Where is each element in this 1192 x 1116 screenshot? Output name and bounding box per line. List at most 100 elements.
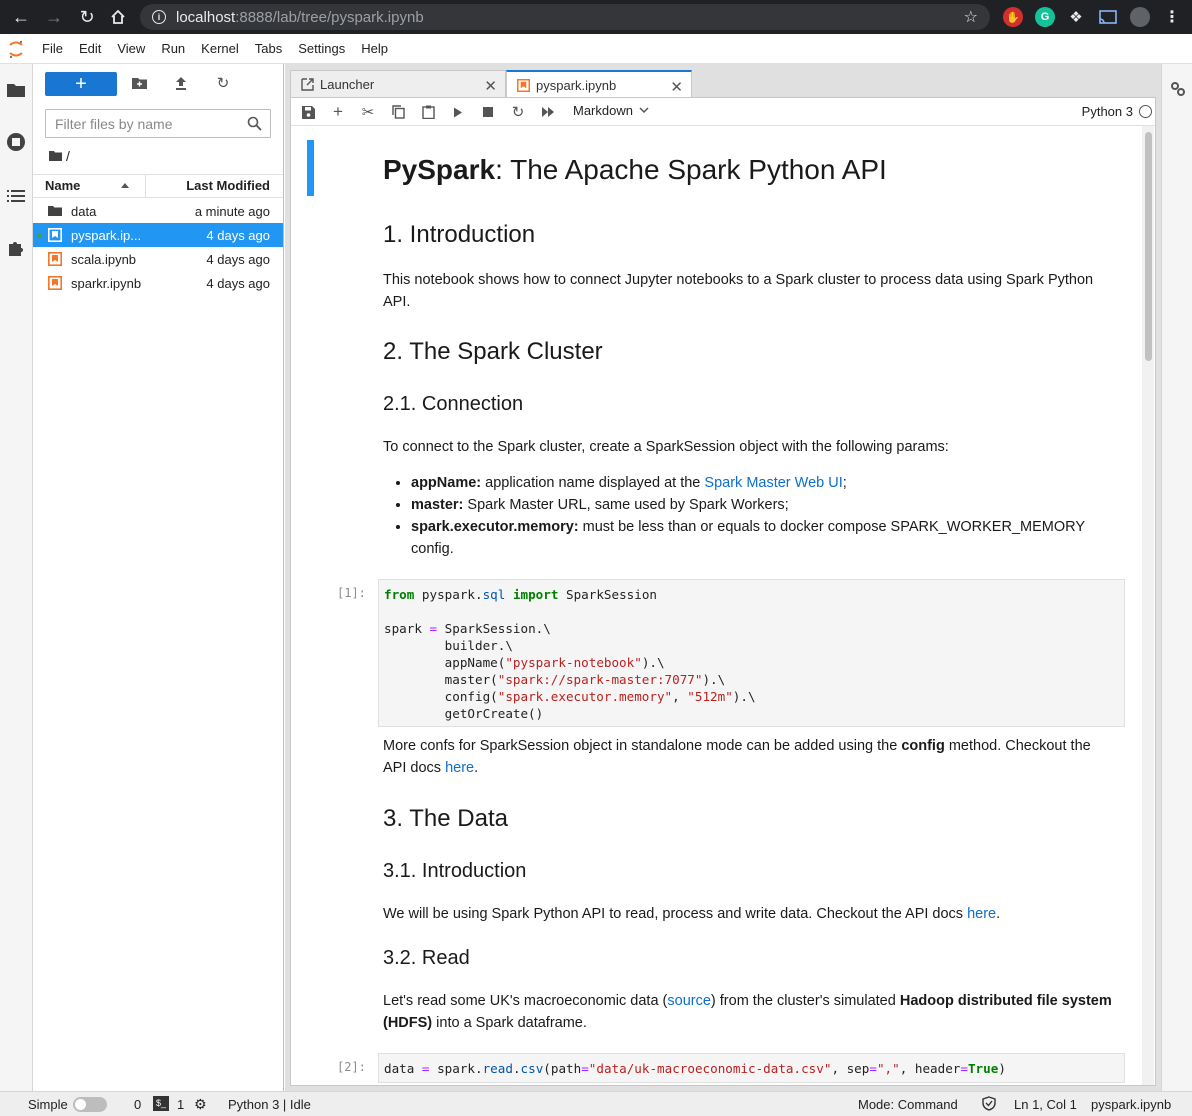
- menu-help[interactable]: Help: [353, 41, 396, 56]
- copy-icon[interactable]: [390, 104, 406, 120]
- menu-view[interactable]: View: [109, 41, 153, 56]
- home-icon[interactable]: [103, 2, 133, 32]
- file-row-scala[interactable]: scala.ipynb 4 days ago: [33, 247, 283, 271]
- api-docs-link[interactable]: here: [967, 906, 996, 922]
- tab-label: Launcher: [320, 77, 375, 92]
- kernel-chip-icon: ⚙: [194, 1096, 207, 1112]
- filter-files-field[interactable]: [45, 109, 271, 138]
- kernel-status[interactable]: Python 3 | Idle: [228, 1097, 311, 1112]
- simple-mode-toggle[interactable]: [73, 1097, 107, 1112]
- menu-run[interactable]: Run: [153, 41, 193, 56]
- save-icon[interactable]: [300, 104, 316, 120]
- menu-file[interactable]: File: [34, 41, 71, 56]
- heading-data-introduction: 3.1. Introduction: [383, 860, 527, 882]
- list-item: appName: application name displayed at t…: [411, 472, 1113, 494]
- address-bar[interactable]: i localhost:8888/lab/tree/pyspark.ipynb …: [140, 4, 990, 30]
- file-row-pyspark[interactable]: pyspark.ip... 4 days ago: [33, 223, 283, 247]
- new-folder-icon[interactable]: [131, 75, 147, 91]
- file-row-data[interactable]: data a minute ago: [33, 199, 283, 223]
- cast-icon[interactable]: [1098, 7, 1118, 27]
- upload-icon[interactable]: [173, 75, 189, 91]
- code-cell-1[interactable]: from pyspark.sql import SparkSession spa…: [378, 579, 1125, 727]
- tab-pyspark-notebook[interactable]: pyspark.ipynb ✕: [506, 70, 692, 98]
- cell-prompt: [1]:: [337, 586, 366, 600]
- breadcrumb[interactable]: /: [49, 148, 70, 164]
- menu-settings[interactable]: Settings: [290, 41, 353, 56]
- code-cell-2[interactable]: data = spark.read.csv(path="data/uk-macr…: [378, 1053, 1125, 1083]
- last-modified-column-header[interactable]: Last Modified: [146, 175, 283, 197]
- file-name: sparkr.ipynb: [71, 275, 142, 291]
- running-sessions-icon[interactable]: [6, 132, 26, 152]
- folder-icon[interactable]: [6, 80, 26, 100]
- markdown-cell[interactable]: PySpark: The Apache Spark Python API: [383, 154, 1113, 186]
- info-icon[interactable]: i: [152, 10, 166, 24]
- extension-red-icon[interactable]: ✋: [1003, 7, 1023, 27]
- tab-bar: Launcher ✕ pyspark.ipynb ✕: [290, 70, 692, 98]
- close-icon[interactable]: ✕: [670, 78, 683, 96]
- name-column-header[interactable]: Name: [33, 175, 146, 197]
- notebook-mode: Mode: Command: [858, 1097, 958, 1112]
- cut-icon[interactable]: ✂: [360, 104, 376, 121]
- cell-prompt: [2]:: [337, 1060, 366, 1074]
- trust-shield-icon[interactable]: [982, 1096, 996, 1114]
- simple-mode-label: Simple: [28, 1097, 68, 1112]
- file-modified: 4 days ago: [206, 227, 270, 243]
- data-intro-paragraph: We will be using Spark Python API to rea…: [383, 906, 1001, 922]
- params-list: appName: application name displayed at t…: [383, 472, 1113, 560]
- spark-master-ui-link[interactable]: Spark Master Web UI: [704, 475, 842, 491]
- breadcrumb-root[interactable]: /: [66, 148, 70, 164]
- url-host: localhost: [176, 8, 236, 26]
- file-browser-toolbar: + ↻: [33, 64, 283, 104]
- browser-toolbar: ← → ↻ i localhost:8888/lab/tree/pyspark.…: [0, 0, 1192, 34]
- notebook-content[interactable]: PySpark: The Apache Spark Python API 1. …: [291, 126, 1155, 1085]
- menu-edit[interactable]: Edit: [71, 41, 109, 56]
- file-modified: a minute ago: [194, 203, 270, 219]
- property-inspector-icon[interactable]: [1169, 80, 1187, 101]
- bookmark-star-icon[interactable]: ☆: [964, 7, 978, 27]
- cell-type-select[interactable]: Markdown: [573, 103, 649, 118]
- tab-launcher[interactable]: Launcher ✕: [290, 70, 506, 98]
- source-link[interactable]: source: [667, 993, 711, 1009]
- folder-icon: [48, 206, 62, 216]
- api-docs-link[interactable]: here: [445, 760, 474, 776]
- url-path: :8888/lab/tree/pyspark.ipynb: [235, 8, 424, 26]
- launcher-icon: [301, 78, 314, 91]
- browser-menu-icon[interactable]: ⋮: [1162, 7, 1182, 27]
- menu-kernel[interactable]: Kernel: [193, 41, 247, 56]
- cursor-position[interactable]: Ln 1, Col 1: [1014, 1097, 1077, 1112]
- notebook-panel: + ✂ ↻ Markdown Python 3 PySpark: The Apa…: [290, 97, 1156, 1086]
- insert-cell-icon[interactable]: +: [330, 102, 346, 121]
- puzzle-extensions-icon[interactable]: ❖: [1066, 7, 1086, 27]
- back-arrow-icon[interactable]: ←: [6, 2, 36, 32]
- kernel-name[interactable]: Python 3: [1082, 104, 1133, 119]
- list-item: spark.executor.memory: must be less than…: [411, 516, 1113, 560]
- tab-label: pyspark.ipynb: [536, 77, 617, 93]
- profile-avatar[interactable]: [1130, 7, 1150, 27]
- notebook-icon: [48, 252, 62, 266]
- close-icon[interactable]: ✕: [484, 77, 497, 95]
- notebook-title: PySpark: The Apache Spark Python API: [383, 154, 887, 185]
- terminal-icon: $_: [153, 1096, 169, 1111]
- stop-icon[interactable]: [480, 104, 496, 120]
- refresh-icon[interactable]: ↻: [215, 75, 231, 92]
- heading-introduction: 1. Introduction: [383, 221, 536, 248]
- paste-icon[interactable]: [420, 104, 436, 120]
- reload-icon[interactable]: ↻: [72, 2, 102, 32]
- running-indicator: [37, 233, 42, 238]
- table-of-contents-icon[interactable]: [6, 186, 26, 206]
- menu-tabs[interactable]: Tabs: [247, 41, 290, 56]
- forward-arrow-icon[interactable]: →: [39, 2, 69, 32]
- file-row-sparkr[interactable]: sparkr.ipynb 4 days ago: [33, 271, 283, 295]
- kernels-count[interactable]: 1: [177, 1097, 184, 1112]
- restart-kernel-icon[interactable]: ↻: [510, 104, 526, 121]
- terminals-count[interactable]: 0: [134, 1097, 141, 1112]
- fast-forward-icon[interactable]: [540, 104, 556, 120]
- scrollbar-thumb[interactable]: [1145, 132, 1152, 361]
- intro-paragraph: This notebook shows how to connect Jupyt…: [383, 272, 1094, 310]
- left-sidebar-rail: [0, 64, 33, 1091]
- grammarly-icon[interactable]: G: [1035, 7, 1055, 27]
- run-icon[interactable]: [450, 104, 466, 120]
- extension-manager-icon[interactable]: [6, 238, 26, 258]
- filter-files-input[interactable]: [55, 115, 240, 132]
- new-launcher-button[interactable]: +: [45, 72, 117, 96]
